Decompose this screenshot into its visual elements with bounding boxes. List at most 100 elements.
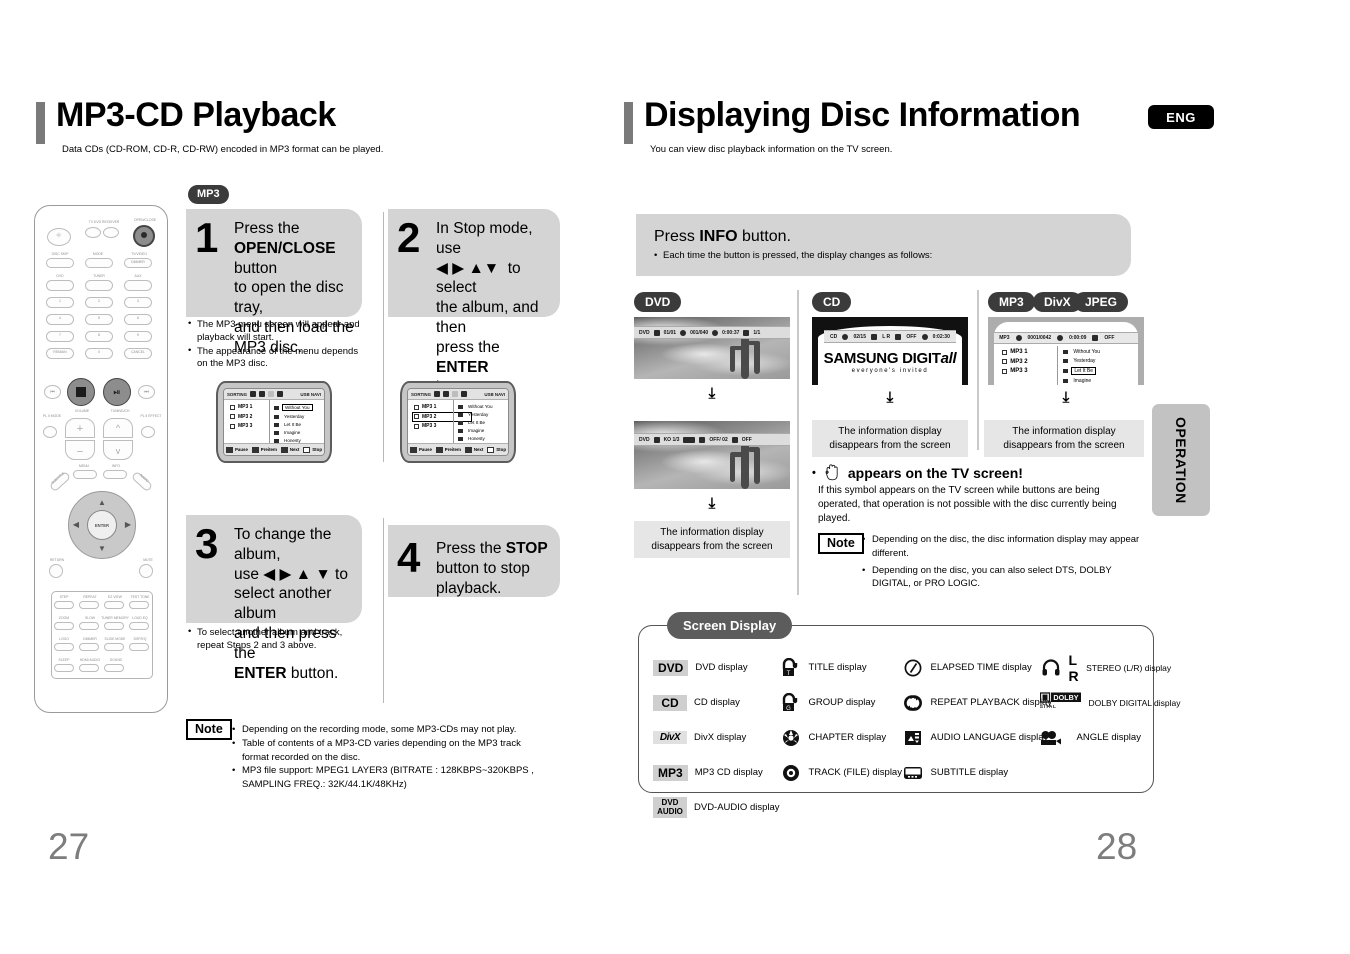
folder-item[interactable]: MP3 1	[414, 404, 453, 410]
hand-warning-detail: If this symbol appears on the TV screen …	[818, 485, 1117, 524]
mode-button	[85, 258, 113, 268]
note-icon	[274, 438, 279, 443]
folder-item[interactable]: MP3 1	[1002, 349, 1057, 355]
stop-key-icon	[487, 446, 495, 453]
folder-item[interactable]: MP3 3	[414, 423, 453, 429]
right-note-list: Depending on the disc, the disc informat…	[862, 533, 1142, 591]
dsp-eq-button	[129, 643, 149, 651]
dvd-audio-tag-icon: DVD AUDIO	[653, 797, 687, 818]
note-icon	[1063, 350, 1069, 355]
osd-usb-navi-label: USB NAVI	[484, 391, 505, 397]
pl2-effect-button	[141, 426, 155, 438]
divx-tag-icon: DivX	[653, 731, 687, 744]
legend-column-audio-angle: L R STEREO (L/R) display DOLBY DIGITAL D…	[1033, 650, 1181, 825]
checkbox-icon	[230, 423, 235, 429]
track-item[interactable]: Let It Be	[458, 420, 504, 425]
step-text: Press the STOP button to stop playback.	[436, 540, 548, 597]
folder-item[interactable]: MP3 1	[230, 404, 269, 410]
language-badge: ENG	[1148, 105, 1214, 129]
track-item[interactable]: Yesterday	[274, 414, 320, 419]
legend-item: L R STEREO (L/R) display	[1040, 650, 1171, 685]
track-item-selected[interactable]: Let It Be	[1063, 367, 1133, 376]
osd-repeat-value: OFF	[741, 436, 752, 443]
disc-pill-jpeg: JPEG	[1074, 292, 1129, 312]
osd-disc-type: MP3	[999, 335, 1010, 342]
key-hint-pause: Pause	[225, 446, 248, 453]
ez-view-button	[104, 601, 124, 609]
remote-label-aux: AUX	[134, 274, 142, 278]
step-text: To change the album, use ◀ ▶ ▲ ▼ to select…	[234, 526, 348, 682]
repeat-icon	[277, 391, 284, 397]
track-item[interactable]: Imagine	[458, 428, 504, 433]
track-item[interactable]: Yesterday	[1063, 358, 1133, 364]
note-icon	[274, 430, 279, 435]
osd-subtitle-value: OFF/ 02	[709, 436, 728, 443]
step-column-divider	[383, 212, 384, 462]
step-1-bullets: The MP3 menu screen will appear and play…	[188, 318, 366, 372]
track-item[interactable]: Imagine	[1063, 378, 1133, 384]
stop-square-icon	[76, 387, 86, 397]
mp3-folder-list: MP3 1 MP3 2 MP3 3	[994, 346, 1057, 385]
legend-item: DVD DVD display	[653, 650, 780, 685]
legend-column-time-repeat: ELAPSED TIME display REPEAT PLAYBACK dis…	[902, 650, 1052, 825]
folder-icon	[259, 391, 266, 397]
osd-repeat-value: OFF	[906, 333, 917, 340]
mp3-screen: MP3 0001/0042 0:00:09 OFF MP3 1 MP3 2 MP…	[988, 317, 1144, 385]
remote-label-disc-skip: DISC SKIP	[51, 252, 69, 256]
audio-language-icon	[653, 436, 660, 443]
osd-audio-language: KO 1/3	[663, 436, 680, 443]
checkbox-icon	[414, 404, 419, 410]
next-key-icon	[280, 446, 288, 453]
header-accent-bar	[624, 102, 633, 144]
legend-item: DOLBY DIGITAL DOLBY DIGITAL display	[1033, 685, 1181, 720]
clock-icon	[1057, 335, 1064, 342]
key-hint-pause: Pause	[409, 446, 432, 453]
aux-source-button	[124, 280, 152, 291]
checkbox-icon	[414, 423, 419, 429]
remote-label-info: INFO	[111, 464, 121, 468]
pl2-mode-button	[43, 426, 57, 438]
disc-pill-cd: CD	[812, 292, 852, 312]
clock-icon	[902, 659, 924, 677]
disc-pill-dvd: DVD	[634, 292, 682, 312]
folder-item[interactable]: MP3 3	[230, 423, 269, 429]
track-item[interactable]: Let It Be	[274, 422, 320, 427]
folder-item[interactable]: MP3 2	[230, 414, 269, 420]
remote-label-menu: MENU	[79, 464, 89, 468]
legend-item: ELAPSED TIME display	[902, 650, 1040, 685]
angle-icon	[683, 436, 696, 443]
caption-cd: The information display disappears from …	[812, 420, 968, 457]
dvd-tag-icon: DVD	[653, 659, 689, 676]
tv-button	[85, 227, 101, 238]
track-item[interactable]: Without You	[458, 404, 504, 409]
note-icon	[434, 391, 441, 397]
track-item[interactable]: Without You	[1063, 349, 1133, 355]
column-divider-1	[797, 290, 799, 595]
note-icon	[458, 420, 463, 425]
note-icon	[274, 422, 279, 427]
remote-label-dvd: DVD	[56, 274, 64, 278]
osd-file-value: 0001/0042	[1027, 335, 1052, 342]
page-subtitle: You can view disc playback information o…	[650, 144, 893, 155]
osd-title-value: 01/01	[663, 329, 677, 336]
track-item[interactable]: Honesty	[458, 436, 504, 441]
legend-item: TRACK (FILE) display	[780, 755, 902, 790]
osd-disc-type: DVD	[639, 436, 650, 443]
remote-label-open-close: OPEN/CLOSE	[133, 218, 157, 222]
prev-key-icon	[251, 446, 259, 453]
osd-chapter-value: 001/040	[690, 329, 709, 336]
return-button	[49, 564, 63, 578]
logo-button	[54, 643, 74, 651]
section-tab-label: OPERATION	[1173, 416, 1189, 504]
folder-item[interactable]: MP3 2	[1002, 359, 1057, 365]
flow-arrow-2: ⤓	[708, 495, 716, 512]
folder-item[interactable]: MP3 3	[1002, 368, 1057, 374]
step-number: 2	[397, 214, 421, 261]
remote-label-mode: MODE	[92, 252, 104, 256]
track-item[interactable]: Yesterday	[458, 412, 504, 417]
note-icon	[1063, 369, 1069, 374]
list-icon	[452, 391, 459, 397]
mp3-tag-icon: MP3	[653, 764, 688, 781]
track-item[interactable]: Imagine	[274, 430, 320, 435]
track-item-selected[interactable]: Without You	[274, 404, 320, 411]
